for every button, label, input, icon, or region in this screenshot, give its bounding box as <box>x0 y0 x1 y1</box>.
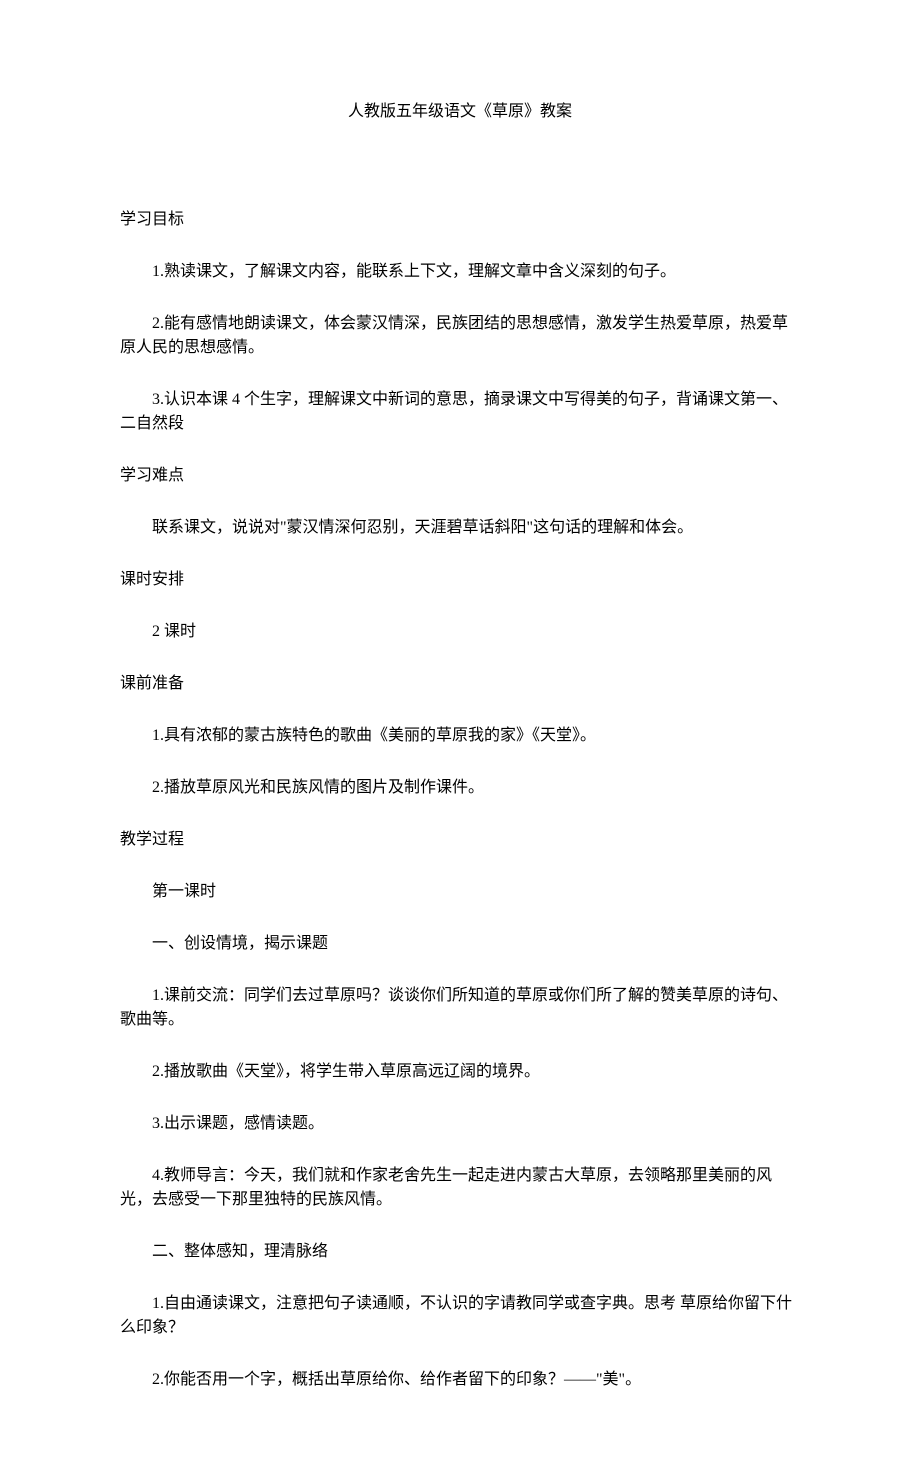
prep-item: 2.播放草原风光和民族风情的图片及制作课件。 <box>120 776 800 800</box>
step-item: 2.播放歌曲《天堂》，将学生带入草原高远辽阔的境界。 <box>120 1060 800 1084</box>
step-item: 4.教师导言：今天，我们就和作家老舍先生一起走进内蒙古大草原，去领略那里美丽的风… <box>120 1164 800 1212</box>
goal-item: 1.熟读课文，了解课文内容，能联系上下文，理解文章中含义深刻的句子。 <box>120 260 800 284</box>
prep-item: 1.具有浓郁的蒙古族特色的歌曲《美丽的草原我的家》《天堂》。 <box>120 724 800 748</box>
schedule-heading: 课时安排 <box>120 568 800 592</box>
lesson-heading: 第一课时 <box>120 880 800 904</box>
goal-item: 2.能有感情地朗读课文，体会蒙汉情深，民族团结的思想感情，激发学生热爱草原，热爱… <box>120 312 800 360</box>
step-item: 3.出示课题，感情读题。 <box>120 1112 800 1136</box>
section-heading: 一、创设情境，揭示课题 <box>120 932 800 956</box>
difficulty-heading: 学习难点 <box>120 464 800 488</box>
process-heading: 教学过程 <box>120 828 800 852</box>
difficulty-text: 联系课文，说说对"蒙汉情深何忍别，天涯碧草话斜阳"这句话的理解和体会。 <box>120 516 800 540</box>
goal-item: 3.认识本课 4 个生字，理解课文中新词的意思，摘录课文中写得美的句子，背诵课文… <box>120 388 800 436</box>
prep-heading: 课前准备 <box>120 672 800 696</box>
step-item: 1.课前交流：同学们去过草原吗？谈谈你们所知道的草原或你们所了解的赞美草原的诗句… <box>120 984 800 1032</box>
step-item: 2.你能否用一个字，概括出草原给你、给作者留下的印象？——"美"。 <box>120 1368 800 1392</box>
document-page: 人教版五年级语文《草原》教案 学习目标 1.熟读课文，了解课文内容，能联系上下文… <box>0 0 920 1480</box>
step-item: 1.自由通读课文，注意把句子读通顺，不认识的字请教同学或查字典。思考 草原给你留… <box>120 1292 800 1340</box>
goals-heading: 学习目标 <box>120 208 800 232</box>
schedule-text: 2 课时 <box>120 620 800 644</box>
section-heading: 二、整体感知，理清脉络 <box>120 1240 800 1264</box>
document-title: 人教版五年级语文《草原》教案 <box>120 100 800 124</box>
